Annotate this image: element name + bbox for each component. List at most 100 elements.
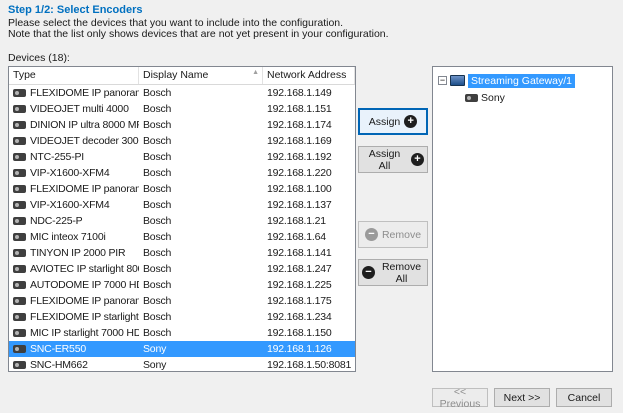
device-network-address: 192.168.1.100 [263,181,355,197]
assign-all-button-label: Assign All [362,148,407,172]
device-type-cell: AVIOTEC IP starlight 8000 [9,261,139,277]
column-header-display-name-label: Display Name [143,69,208,81]
table-row[interactable]: TINYON IP 2000 PIRBosch192.168.1.141 [9,245,355,261]
collapse-icon[interactable]: − [438,76,447,85]
device-network-address: 192.168.1.21 [263,213,355,229]
table-row[interactable]: VIP-X1600-XFM4Bosch192.168.1.137 [9,197,355,213]
assign-button[interactable]: Assign + [358,108,428,135]
table-row[interactable]: AUTODOME IP 7000 HDBosch192.168.1.225 [9,277,355,293]
sort-ascending-icon: ▲ [252,69,259,76]
device-display-name: Bosch [139,325,263,341]
device-type: VIDEOJET multi 4000 [30,103,129,115]
device-network-address: 192.168.1.225 [263,277,355,293]
remove-all-button-label: Remove All [379,261,424,285]
table-row[interactable]: NDC-225-PBosch192.168.1.21 [9,213,355,229]
device-type: VIP-X1600-XFM4 [30,199,109,211]
table-row[interactable]: AVIOTEC IP starlight 8000Bosch192.168.1.… [9,261,355,277]
column-header-type[interactable]: Type [9,67,139,84]
device-type-cell: VIP-X1600-XFM4 [9,165,139,181]
device-network-address: 192.168.1.151 [263,101,355,117]
table-row[interactable]: MIC IP starlight 7000 HDBosch192.168.1.1… [9,325,355,341]
camera-icon [13,297,26,305]
table-row[interactable]: MIC inteox 7100iBosch192.168.1.64 [9,229,355,245]
tree-node-sony[interactable]: Sony [460,89,612,106]
device-display-name: Bosch [139,309,263,325]
devices-count-label: Devices (18): [8,52,70,64]
device-type: NTC-255-PI [30,151,84,163]
table-row[interactable]: DINION IP ultra 8000 MPBosch192.168.1.17… [9,117,355,133]
column-header-network-address[interactable]: Network Address [263,67,355,84]
previous-button[interactable]: << Previous [432,388,488,407]
camera-icon [13,233,26,241]
table-row[interactable]: SNC-HM662Sony192.168.1.50:8081 [9,357,355,372]
assign-all-button[interactable]: Assign All + [358,146,428,173]
column-header-display-name[interactable]: Display Name ▲ [139,67,263,84]
device-type-cell: VIP-X1600-XFM4 [9,197,139,213]
table-row[interactable]: VIP-X1600-XFM4Bosch192.168.1.220 [9,165,355,181]
device-type-cell: MIC IP starlight 7000 HD [9,325,139,341]
device-display-name: Bosch [139,245,263,261]
device-network-address: 192.168.1.150 [263,325,355,341]
device-type-cell: FLEXIDOME IP starlight 8000i [9,309,139,325]
table-row[interactable]: VIDEOJET decoder 3000Bosch192.168.1.169 [9,133,355,149]
device-type-cell: FLEXIDOME IP panoramic 500... [9,181,139,197]
plus-circle-icon: + [411,153,424,166]
device-network-address: 192.168.1.192 [263,149,355,165]
device-display-name: Bosch [139,293,263,309]
table-row[interactable]: NTC-255-PIBosch192.168.1.192 [9,149,355,165]
device-network-address: 192.168.1.220 [263,165,355,181]
assign-button-label: Assign [369,116,401,128]
camera-icon [13,217,26,225]
minus-circle-icon: − [362,266,375,279]
next-button[interactable]: Next >> [494,388,550,407]
device-display-name: Bosch [139,133,263,149]
device-network-address: 192.168.1.174 [263,117,355,133]
camera-icon [13,153,26,161]
device-display-name: Bosch [139,165,263,181]
camera-icon [13,121,26,129]
remove-all-button[interactable]: − Remove All [358,259,428,286]
device-type-cell: SNC-ER550 [9,341,139,357]
device-type: FLEXIDOME IP panoramic 700... [30,295,139,307]
device-network-address: 192.168.1.50:8081 [263,357,355,372]
table-row[interactable]: FLEXIDOME IP panoramic 700...Bosch192.16… [9,293,355,309]
column-header-network-address-label: Network Address [267,69,346,81]
camera-icon [13,185,26,193]
tree-node-gateway[interactable]: − Streaming Gateway/1 [433,72,612,89]
camera-icon [13,329,26,337]
table-row[interactable]: VIDEOJET multi 4000 Bosch192.168.1.151 [9,101,355,117]
device-network-address: 192.168.1.234 [263,309,355,325]
device-network-address: 192.168.1.137 [263,197,355,213]
camera-icon [13,345,26,353]
select-encoders-dialog: Step 1/2: Select Encoders Please select … [0,0,623,413]
device-type-cell: NDC-225-P [9,213,139,229]
device-type-cell: MIC inteox 7100i [9,229,139,245]
tree-node-gateway-label: Streaming Gateway/1 [468,74,575,88]
device-display-name: Bosch [139,85,263,101]
table-row[interactable]: FLEXIDOME IP starlight 8000iBosch192.168… [9,309,355,325]
device-network-address: 192.168.1.169 [263,133,355,149]
cancel-button[interactable]: Cancel [556,388,612,407]
camera-icon [13,265,26,273]
device-type-cell: NTC-255-PI [9,149,139,165]
camera-icon [13,137,26,145]
table-row[interactable]: FLEXIDOME IP panoramic 700...Bosch192.16… [9,85,355,101]
table-row[interactable]: SNC-ER550Sony192.168.1.126 [9,341,355,357]
remove-button[interactable]: − Remove [358,221,428,248]
device-type: VIDEOJET decoder 3000 [30,135,139,147]
table-row[interactable]: FLEXIDOME IP panoramic 500...Bosch192.16… [9,181,355,197]
camera-icon [13,249,26,257]
device-display-name: Sony [139,341,263,357]
plus-circle-icon: + [404,115,417,128]
device-display-name: Bosch [139,277,263,293]
device-type-cell: VIDEOJET decoder 3000 [9,133,139,149]
device-network-address: 192.168.1.141 [263,245,355,261]
device-type-cell: SNC-HM662 [9,357,139,372]
device-display-name: Bosch [139,261,263,277]
camera-icon [13,313,26,321]
device-display-name: Bosch [139,229,263,245]
device-display-name: Bosch [139,101,263,117]
device-type-cell: DINION IP ultra 8000 MP [9,117,139,133]
device-display-name: Bosch [139,117,263,133]
device-type: SNC-ER550 [30,343,86,355]
